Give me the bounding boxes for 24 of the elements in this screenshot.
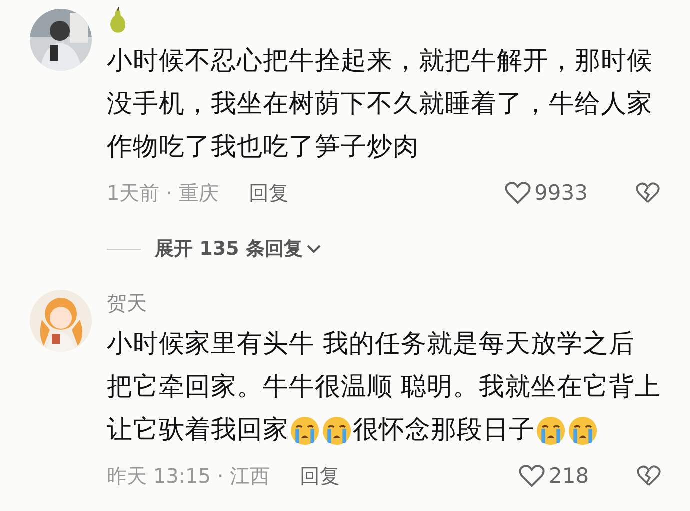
comment-text: 让它驮着我回家	[107, 414, 289, 447]
timestamp-location: 1天前 · 重庆	[107, 180, 219, 206]
crying-face-icon	[290, 416, 320, 446]
like-button[interactable]: 9933	[504, 181, 588, 205]
expand-replies-button[interactable]: 展开 135 条回复	[155, 236, 321, 262]
crying-face-icon	[536, 416, 566, 446]
username[interactable]: 贺天	[107, 289, 662, 317]
chevron-down-icon	[306, 244, 321, 254]
comment-text: 作物吃了我也吃了笋子炒肉	[107, 131, 419, 164]
crying-face-icon	[568, 416, 598, 446]
like-button[interactable]: 218	[519, 464, 590, 488]
reply-link[interactable]: 回复	[300, 462, 340, 490]
broken-heart-icon[interactable]	[636, 181, 660, 205]
timestamp-location: 昨天 13:15 · 江西	[107, 462, 270, 490]
comment-text: 没手机，我坐在树荫下不久就睡着了，牛给人家	[107, 88, 653, 121]
comment-text: 小时候家里有头牛 我的任务就是每天放学之后	[107, 328, 636, 361]
heart-icon	[519, 464, 546, 488]
broken-heart-icon[interactable]	[637, 464, 662, 488]
comment-text: 很怀念那段日子	[353, 414, 535, 447]
comment-text: 小时候不忍心把牛拴起来，就把牛解开，那时候	[107, 45, 653, 78]
comment-text: 把它牵回家。牛牛很温顺 聪明。我就坐在它背上	[107, 371, 662, 404]
reply-link[interactable]: 回复	[248, 180, 289, 206]
heart-icon	[504, 181, 531, 205]
crying-face-icon	[322, 416, 352, 446]
